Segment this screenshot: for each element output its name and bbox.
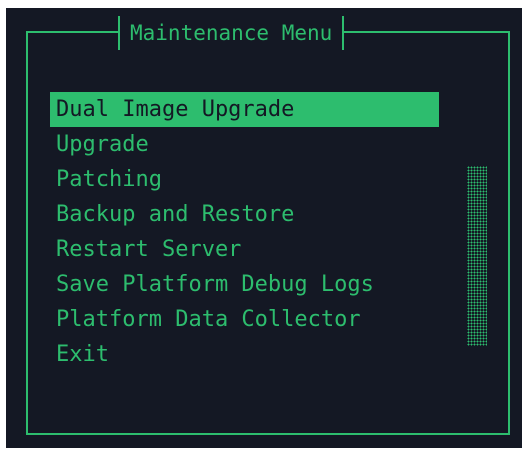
menu-item-patching[interactable]: Patching [50, 162, 440, 197]
dialog-title-box: Maintenance Menu [118, 16, 345, 50]
menu-item-dual-image-upgrade[interactable]: Dual Image Upgrade [50, 92, 439, 127]
menu-item-save-platform-debug-logs[interactable]: Save Platform Debug Logs [50, 267, 440, 302]
menu-item-platform-data-collector[interactable]: Platform Data Collector [50, 302, 440, 337]
menu-item-backup-and-restore[interactable]: Backup and Restore [50, 197, 440, 232]
menu-list: Dual Image Upgrade Upgrade Patching Back… [50, 92, 440, 372]
dialog-title: Maintenance Menu [130, 21, 333, 45]
scrollbar[interactable] [467, 166, 487, 346]
menu-item-upgrade[interactable]: Upgrade [50, 127, 440, 162]
menu-item-restart-server[interactable]: Restart Server [50, 232, 440, 267]
menu-item-exit[interactable]: Exit [50, 337, 440, 372]
